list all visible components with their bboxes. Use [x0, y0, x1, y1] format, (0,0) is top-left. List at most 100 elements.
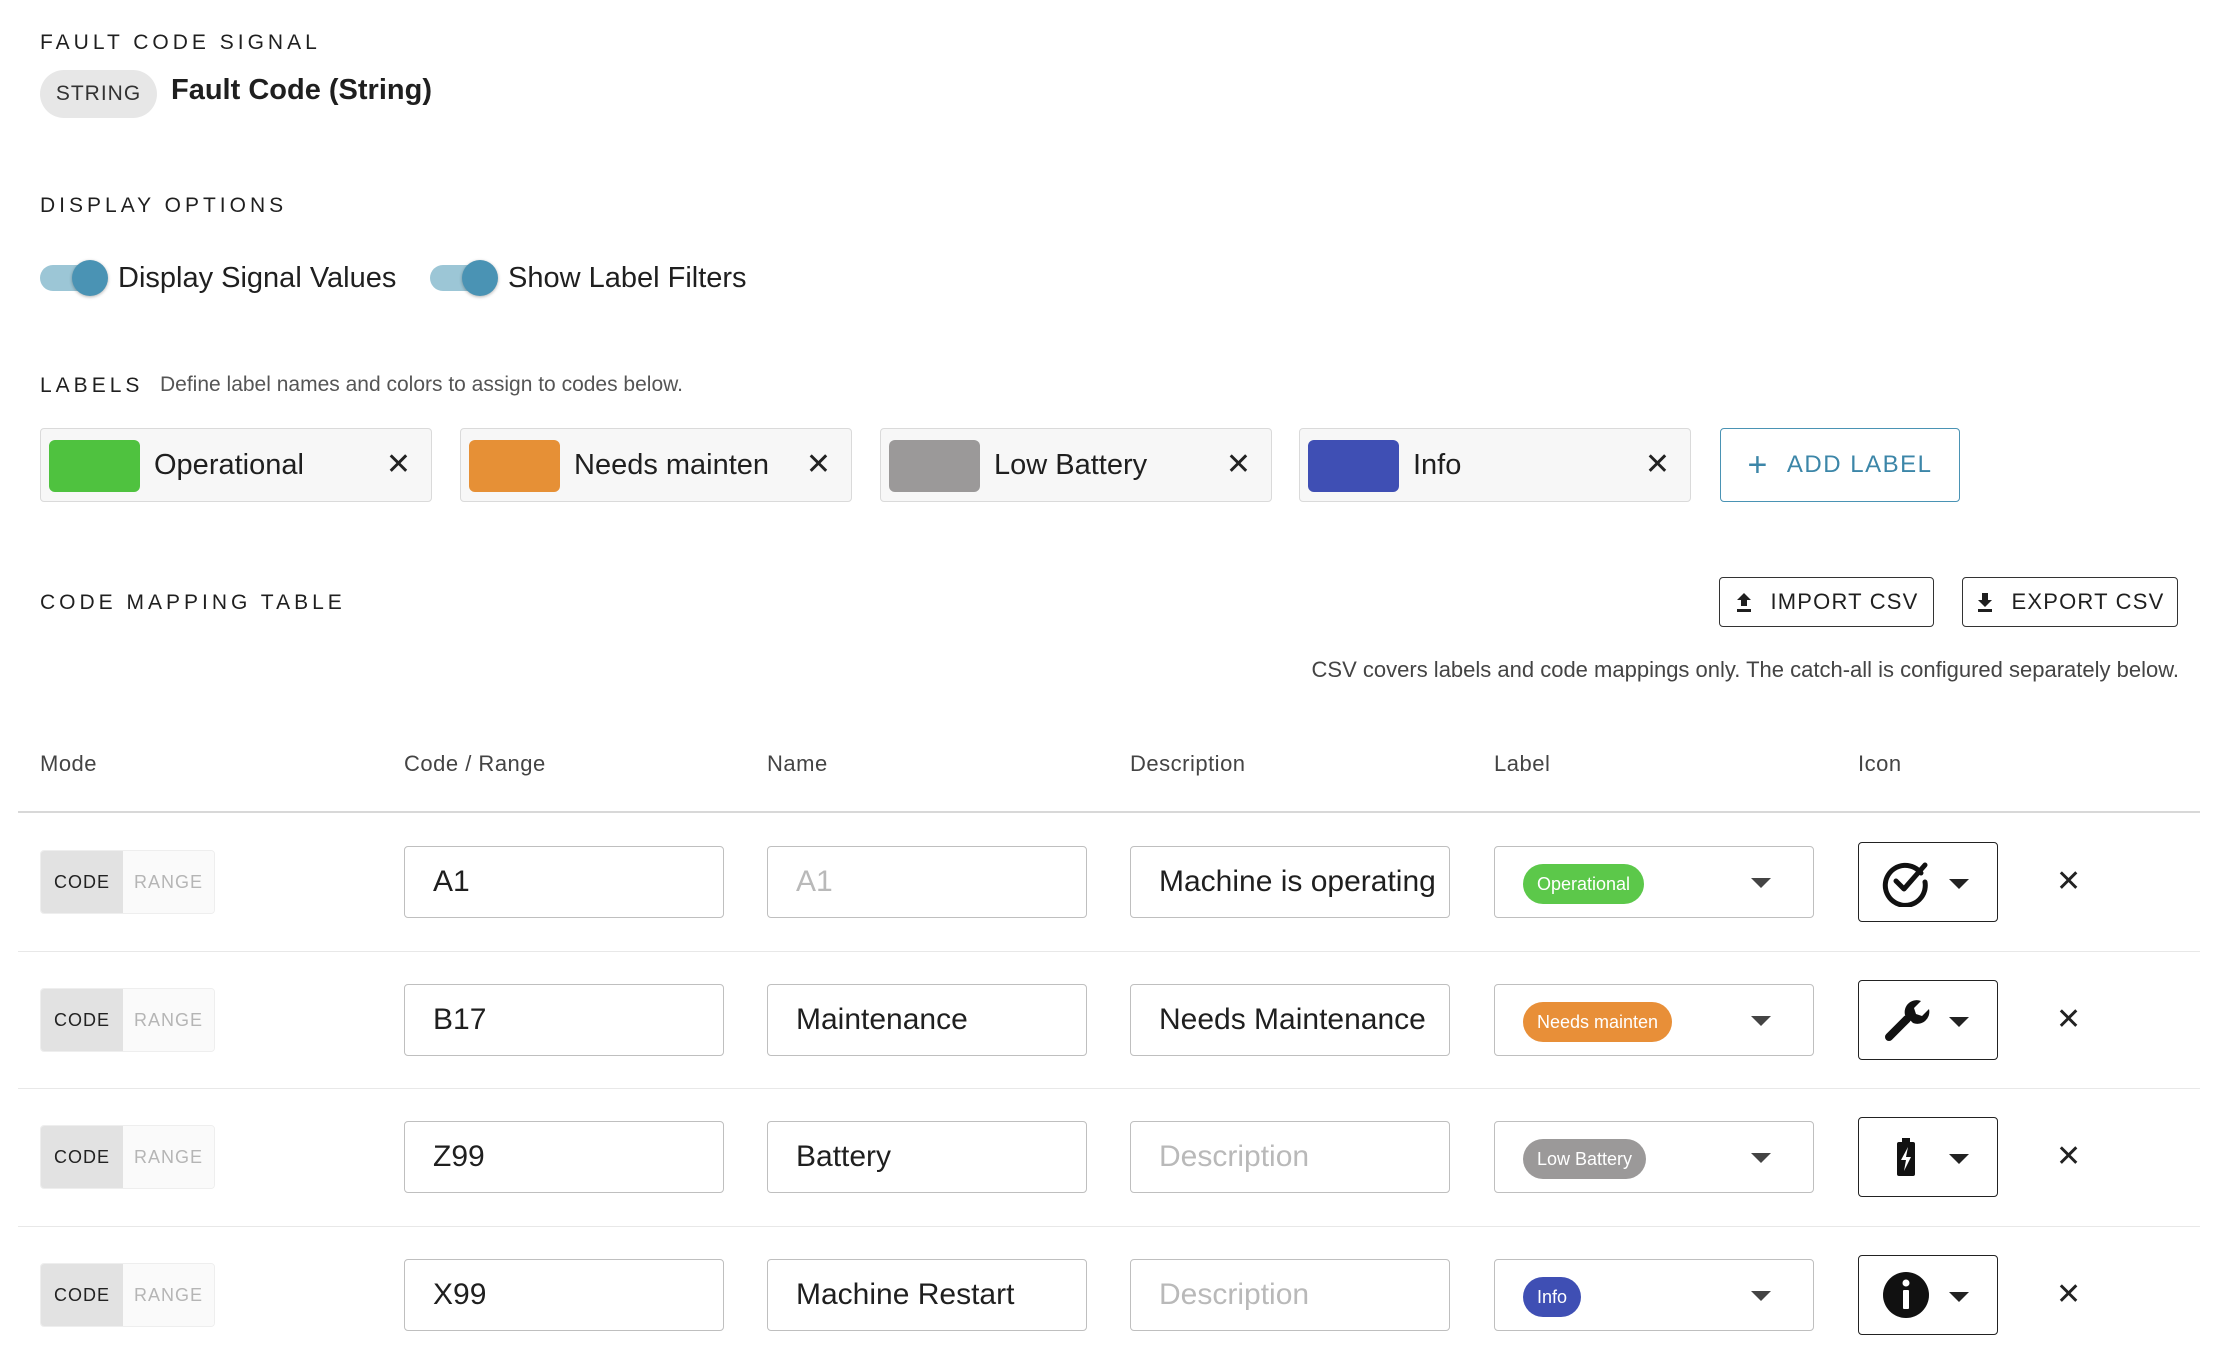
mode-toggle-group: CODE RANGE	[40, 850, 215, 914]
name-input[interactable]: Maintenance	[767, 984, 1087, 1056]
display-options-heading: DISPLAY OPTIONS	[40, 194, 288, 217]
name-input[interactable]: Battery	[767, 1121, 1087, 1193]
fault-code-signal-heading: FAULT CODE SIGNAL	[40, 31, 321, 54]
row-divider	[18, 951, 2200, 952]
column-header-icon: Icon	[1858, 751, 1902, 776]
column-header-mode: Mode	[40, 751, 98, 776]
description-input[interactable]: Machine is operating	[1130, 846, 1450, 918]
column-header-label: Label	[1494, 751, 1551, 776]
mode-code-button[interactable]: CODE	[41, 851, 123, 913]
delete-row-icon[interactable]: ✕	[2056, 1139, 2081, 1175]
export-csv-button[interactable]: EXPORT CSV	[1962, 577, 2178, 627]
plus-icon: +	[1747, 445, 1769, 484]
import-csv-label: IMPORT CSV	[1770, 589, 1919, 614]
chevron-down-icon	[1751, 1291, 1771, 1301]
description-input[interactable]: Description	[1130, 1121, 1450, 1193]
label-chip-info: Info ✕	[1299, 428, 1691, 502]
toggle-track[interactable]	[40, 260, 108, 296]
mode-code-button[interactable]: CODE	[41, 1126, 123, 1188]
labels-hint: Define label names and colors to assign …	[160, 373, 683, 396]
label-pill: Operational	[1523, 864, 1645, 904]
code-mapping-heading: CODE MAPPING TABLE	[40, 591, 346, 614]
upload-icon	[1737, 593, 1752, 612]
check-circle-icon	[1881, 857, 1931, 907]
mode-toggle-group: CODE RANGE	[40, 1125, 215, 1189]
mode-code-button[interactable]: CODE	[41, 989, 123, 1051]
chevron-down-icon	[1949, 879, 1969, 889]
download-icon	[1978, 593, 1993, 612]
mode-toggle-group: CODE RANGE	[40, 988, 215, 1052]
labels-heading: LABELS	[40, 374, 144, 397]
name-input[interactable]: A1	[767, 846, 1087, 918]
mode-code-button[interactable]: CODE	[41, 1264, 123, 1326]
signal-type-badge: STRING	[40, 70, 157, 118]
label-pill: Low Battery	[1523, 1139, 1647, 1179]
delete-row-icon[interactable]: ✕	[2056, 1277, 2081, 1313]
mode-range-button[interactable]: RANGE	[123, 851, 214, 913]
row-divider	[18, 1226, 2200, 1227]
label-color-swatch[interactable]	[49, 440, 140, 492]
icon-select[interactable]	[1858, 1255, 1998, 1335]
csv-note: CSV covers labels and code mappings only…	[1311, 657, 2179, 682]
label-select[interactable]: Info	[1494, 1259, 1814, 1331]
add-label-button[interactable]: + ADD LABEL	[1720, 428, 1960, 502]
mode-toggle-group: CODE RANGE	[40, 1263, 215, 1327]
chevron-down-icon	[1949, 1154, 1969, 1164]
add-label-text: ADD LABEL	[1786, 451, 1933, 478]
column-header-name: Name	[767, 751, 828, 776]
toggle-label: Display Signal Values	[118, 261, 397, 294]
label-color-swatch[interactable]	[469, 440, 560, 492]
label-name-field[interactable]: Operational	[154, 449, 364, 482]
label-name-field[interactable]: Low Battery	[994, 449, 1204, 482]
import-csv-button[interactable]: IMPORT CSV	[1719, 577, 1934, 627]
label-select[interactable]: Needs mainten	[1494, 984, 1814, 1056]
toggle-track[interactable]	[430, 260, 498, 296]
remove-label-icon[interactable]: ✕	[1645, 447, 1670, 483]
battery-charging-icon	[1881, 1132, 1931, 1182]
label-name-field[interactable]: Needs mainten	[574, 449, 784, 482]
icon-select[interactable]	[1858, 980, 1998, 1060]
display-signal-values-toggle[interactable]: Display Signal Values	[40, 260, 396, 296]
delete-row-icon[interactable]: ✕	[2056, 1002, 2081, 1038]
label-chip-needs-maintenance: Needs mainten ✕	[460, 428, 852, 502]
chevron-down-icon	[1949, 1292, 1969, 1302]
mode-range-button[interactable]: RANGE	[123, 1126, 214, 1188]
column-header-description: Description	[1130, 751, 1246, 776]
column-header-code-range: Code / Range	[404, 751, 546, 776]
mode-range-button[interactable]: RANGE	[123, 1264, 214, 1326]
label-chip-operational: Operational ✕	[40, 428, 432, 502]
remove-label-icon[interactable]: ✕	[386, 447, 411, 483]
export-csv-label: EXPORT CSV	[2011, 589, 2165, 614]
remove-label-icon[interactable]: ✕	[806, 447, 831, 483]
chevron-down-icon	[1751, 1153, 1771, 1163]
toggle-knob[interactable]	[462, 260, 498, 296]
chevron-down-icon	[1751, 1016, 1771, 1026]
code-input[interactable]: A1	[404, 846, 724, 918]
label-color-swatch[interactable]	[889, 440, 980, 492]
toggle-knob[interactable]	[72, 260, 108, 296]
icon-select[interactable]	[1858, 842, 1998, 922]
label-color-swatch[interactable]	[1308, 440, 1399, 492]
label-chip-low-battery: Low Battery ✕	[880, 428, 1272, 502]
label-name-field[interactable]: Info	[1413, 449, 1623, 482]
code-input[interactable]: Z99	[404, 1121, 724, 1193]
label-select[interactable]: Low Battery	[1494, 1121, 1814, 1193]
row-divider	[18, 1088, 2200, 1089]
delete-row-icon[interactable]: ✕	[2056, 864, 2081, 900]
code-input[interactable]: X99	[404, 1259, 724, 1331]
show-label-filters-toggle[interactable]: Show Label Filters	[430, 260, 747, 296]
info-circle-icon	[1881, 1270, 1931, 1320]
chevron-down-icon	[1751, 878, 1771, 888]
remove-label-icon[interactable]: ✕	[1226, 447, 1251, 483]
label-pill: Info	[1523, 1277, 1582, 1317]
description-input[interactable]: Needs Maintenance	[1130, 984, 1450, 1056]
description-input[interactable]: Description	[1130, 1259, 1450, 1331]
label-select[interactable]: Operational	[1494, 846, 1814, 918]
signal-name: Fault Code (String)	[171, 74, 432, 106]
code-input[interactable]: B17	[404, 984, 724, 1056]
table-header-divider	[18, 811, 2200, 813]
chevron-down-icon	[1949, 1017, 1969, 1027]
mode-range-button[interactable]: RANGE	[123, 989, 214, 1051]
icon-select[interactable]	[1858, 1117, 1998, 1197]
name-input[interactable]: Machine Restart	[767, 1259, 1087, 1331]
